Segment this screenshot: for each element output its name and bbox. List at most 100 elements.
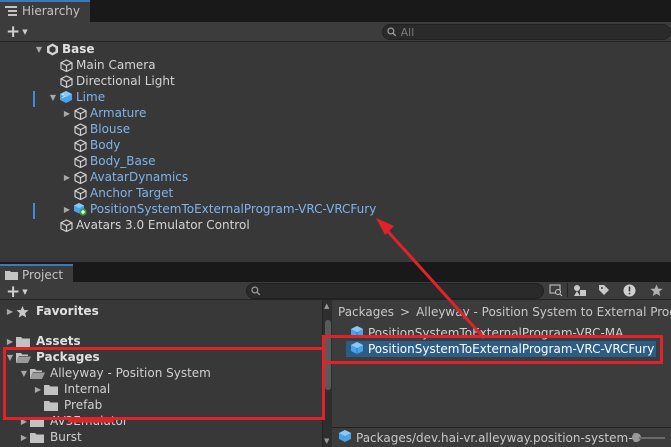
hierarchy-row-label: Lime: [76, 90, 106, 104]
hierarchy-toolbar: + ▼: [0, 22, 671, 42]
search-icon: [251, 286, 261, 296]
search-by-type-icon[interactable]: [547, 282, 565, 298]
project-tree-label: Burst: [50, 430, 82, 444]
hierarchy-row[interactable]: Body: [0, 137, 671, 153]
hierarchy-row[interactable]: ▶ PositionSystemToExternalProgram-VRC-VRC…: [0, 201, 671, 217]
filter-by-type-icon[interactable]: [571, 282, 589, 298]
scroll-up-icon[interactable]: ▲: [324, 302, 329, 310]
collapsed-arrow-icon[interactable]: ▶: [4, 307, 16, 316]
folder-icon: [30, 416, 46, 427]
cube-outline-icon: [72, 154, 88, 168]
project-tree-item[interactable]: ▼ Alleyway - Position System: [18, 365, 211, 381]
project-tree-item[interactable]: ▶ Favorites: [4, 303, 99, 319]
collapsed-arrow-icon[interactable]: ▶: [62, 173, 72, 182]
hierarchy-row[interactable]: Avatars 3.0 Emulator Control: [0, 217, 671, 233]
cube-outline-icon: [72, 122, 88, 136]
hierarchy-row[interactable]: Anchor Target: [0, 185, 671, 201]
prefab-added-icon: [72, 202, 88, 216]
hierarchy-row-label: Main Camera: [76, 58, 156, 72]
folder-open-icon: [16, 352, 32, 363]
hierarchy-row[interactable]: Main Camera: [0, 57, 671, 73]
toolbar-separator: [567, 283, 568, 297]
project-tree-label: Alleyway - Position System: [50, 366, 211, 380]
project-tab-label: Project: [22, 268, 64, 282]
cube-outline-icon: [58, 218, 74, 232]
asset-label: PositionSystemToExternalProgram-VRC-VRCF…: [368, 342, 655, 356]
folder-icon: [44, 400, 60, 411]
project-search-input[interactable]: [260, 284, 543, 298]
expanded-arrow-icon[interactable]: ▼: [18, 369, 30, 378]
star-icon[interactable]: [647, 282, 665, 298]
hierarchy-list-icon: [4, 4, 18, 18]
project-tree-item[interactable]: Prefab: [32, 397, 102, 413]
hierarchy-row-label: Body_Base: [90, 154, 156, 168]
breadcrumb-packages[interactable]: Packages: [338, 305, 394, 319]
project-tree-item[interactable]: ▶ Assets: [4, 333, 81, 349]
prefab-cube-icon: [350, 325, 364, 342]
project-tree-label: Internal: [64, 382, 111, 396]
expanded-arrow-icon[interactable]: ▼: [34, 45, 44, 54]
label-tag-icon[interactable]: [595, 282, 613, 298]
collapsed-arrow-icon[interactable]: ▶: [62, 109, 72, 118]
hierarchy-add-button[interactable]: + ▼: [6, 22, 32, 42]
hierarchy-row[interactable]: ▼ Base: [0, 41, 671, 57]
expanded-arrow-icon[interactable]: ▼: [48, 93, 58, 102]
collapsed-arrow-icon[interactable]: ▶: [4, 337, 16, 346]
hierarchy-row-label: Body: [90, 138, 121, 152]
search-icon: [387, 27, 397, 37]
cube-outline-icon: [58, 74, 74, 88]
project-add-button[interactable]: + ▼: [6, 282, 32, 302]
scroll-down-icon[interactable]: ▼: [324, 437, 329, 445]
hierarchy-row-label: Anchor Target: [90, 186, 174, 200]
project-tree-item[interactable]: ▼ Packages: [4, 349, 100, 365]
scrollbar-thumb[interactable]: [325, 320, 331, 390]
plus-icon: +: [6, 22, 21, 42]
hierarchy-row-label: Armature: [90, 106, 147, 120]
collapsed-arrow-icon[interactable]: ▶: [18, 417, 30, 426]
hidden-packages-icon[interactable]: [620, 282, 638, 298]
star-icon: [16, 305, 32, 317]
project-tree-item[interactable]: ▶ Internal: [32, 381, 110, 397]
hierarchy-search-box[interactable]: [382, 24, 671, 40]
plus-icon: +: [6, 282, 21, 302]
project-tree-label: AV3Emulator: [50, 414, 128, 428]
asset-item-selected[interactable]: PositionSystemToExternalProgram-VRC-VRCF…: [346, 341, 656, 357]
project-asset-pane: [332, 300, 671, 447]
prefab-cube-icon: [338, 429, 352, 446]
hierarchy-row-label: PositionSystemToExternalProgram-VRC-VRCF…: [90, 202, 377, 216]
collapsed-arrow-icon[interactable]: ▶: [18, 433, 30, 442]
project-tree-scrollbar[interactable]: ▲ ▼: [322, 300, 332, 447]
cube-outline-icon: [72, 138, 88, 152]
hierarchy-row[interactable]: Body_Base: [0, 153, 671, 169]
collapsed-arrow-icon[interactable]: ▶: [32, 385, 44, 394]
hierarchy-search-input[interactable]: [396, 25, 670, 39]
zoom-slider[interactable]: [639, 437, 665, 439]
hierarchy-row[interactable]: ▼ Lime: [0, 89, 671, 105]
project-tree-label: Prefab: [64, 398, 103, 412]
expanded-arrow-icon[interactable]: ▼: [4, 353, 16, 362]
breadcrumb-separator: >: [400, 305, 411, 319]
project-search-box[interactable]: [246, 283, 544, 299]
folder-tab-icon: [4, 268, 18, 282]
cube-outline-icon: [72, 186, 88, 200]
collapsed-arrow-icon[interactable]: ▶: [62, 205, 72, 214]
hierarchy-row[interactable]: ▶ AvatarDynamics: [0, 169, 671, 185]
project-tree-item[interactable]: ▶ Burst: [18, 429, 82, 445]
hierarchy-tab[interactable]: Hierarchy: [0, 0, 91, 22]
asset-item[interactable]: PositionSystemToExternalProgram-VRC-MA: [350, 325, 623, 341]
hierarchy-row[interactable]: Directional Light: [0, 73, 671, 89]
hierarchy-row[interactable]: ▶ Armature: [0, 105, 671, 121]
chevron-down-icon: ▼: [22, 288, 28, 296]
breadcrumb-current[interactable]: Alleyway - Position System to External P…: [416, 305, 671, 319]
hierarchy-row-label: Base: [62, 42, 95, 56]
hierarchy-row[interactable]: Blouse: [0, 121, 671, 137]
cube-outline-icon: [72, 106, 88, 120]
project-tree-label: Favorites: [36, 304, 99, 318]
project-tree-item[interactable]: ▶ AV3Emulator: [18, 413, 128, 429]
selected-path-bar: Packages/dev.hai-vr.alleyway.position-sy…: [332, 427, 671, 447]
prefab-cube-icon: [58, 90, 74, 104]
cube-outline-icon: [58, 58, 74, 72]
project-tree-label: Packages: [36, 350, 100, 364]
breadcrumb: Packages > Alleyway - Position System to…: [338, 305, 671, 319]
hierarchy-row-label: AvatarDynamics: [90, 170, 189, 184]
